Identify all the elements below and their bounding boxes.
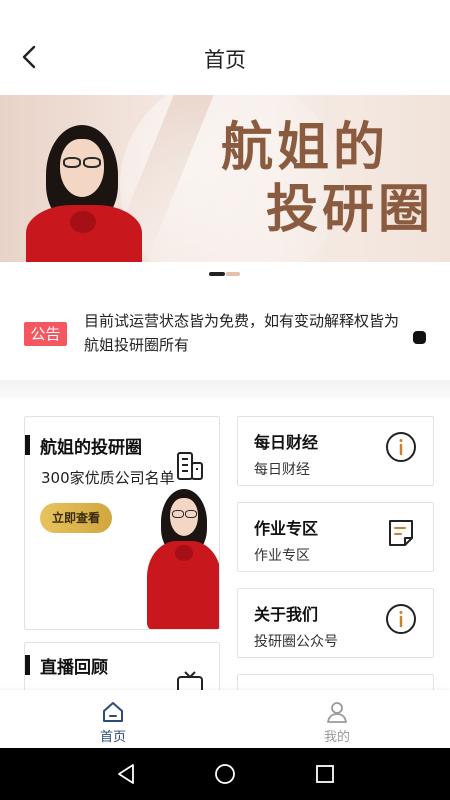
daily-finance-subtitle: 每日财经 (254, 462, 310, 478)
banner-title-line1: 航姐的 (220, 117, 389, 178)
homework-title: 作业专区 (254, 519, 319, 538)
info-icon (386, 604, 416, 634)
live-replay-title: 直播回顾 (40, 657, 108, 678)
about-us-card[interactable]: 关于我们 投研圈公众号 (237, 588, 434, 658)
tab-mine[interactable]: 我的 (277, 690, 397, 748)
tab-home-label: 首页 (99, 730, 126, 745)
top-bar: 首页 (0, 0, 450, 95)
featured-card-title: 航姐的投研圈 (40, 437, 142, 458)
tab-mine-label: 我的 (323, 730, 350, 745)
tab-home[interactable]: 首页 (53, 690, 173, 748)
notice-indicator (413, 331, 426, 344)
featured-card[interactable]: 航姐的投研圈 300家优质公司名单 立即查看 (24, 416, 220, 630)
daily-finance-title: 每日财经 (254, 433, 319, 452)
carousel-dot-active[interactable] (209, 272, 225, 276)
banner-portrait (20, 125, 150, 262)
back-triangle-icon[interactable] (114, 762, 138, 786)
homework-subtitle: 作业专区 (254, 548, 310, 564)
home-icon (103, 702, 123, 722)
carousel-indicator (209, 272, 241, 276)
featured-card-subtitle: 300家优质公司名单 (41, 469, 175, 487)
note-icon (389, 520, 413, 546)
building-icon (177, 452, 203, 480)
recent-apps-icon[interactable] (313, 762, 337, 786)
view-now-button[interactable]: 立即查看 (40, 503, 112, 533)
homework-card[interactable]: 作业专区 作业专区 (237, 502, 434, 572)
notice-badge: 公告 (24, 322, 67, 346)
home-circle-icon[interactable] (213, 762, 237, 786)
section-divider (0, 380, 450, 398)
daily-finance-card[interactable]: 每日财经 每日财经 (237, 416, 434, 486)
user-icon (327, 702, 347, 723)
system-nav-bar (0, 748, 450, 800)
info-icon (386, 432, 416, 462)
about-us-subtitle: 投研圈公众号 (254, 634, 338, 650)
carousel-dot[interactable] (226, 272, 240, 276)
about-us-title: 关于我们 (254, 605, 319, 624)
banner-title: 航姐的 投研圈 (170, 117, 440, 241)
notice-bar[interactable]: 公告 目前试运营状态皆为免费，如有变动解释权皆为航姐投研圈所有 (0, 305, 450, 365)
page-title: 首页 (204, 48, 246, 72)
banner-carousel[interactable]: 航姐的 投研圈 (0, 95, 450, 262)
banner-title-line2: 投研圈 (265, 179, 434, 240)
notice-text: 目前试运营状态皆为免费，如有变动解释权皆为航姐投研圈所有 (84, 312, 400, 354)
bottom-tab-bar: 首页 我的 (0, 690, 450, 748)
card-portrait (143, 489, 219, 629)
